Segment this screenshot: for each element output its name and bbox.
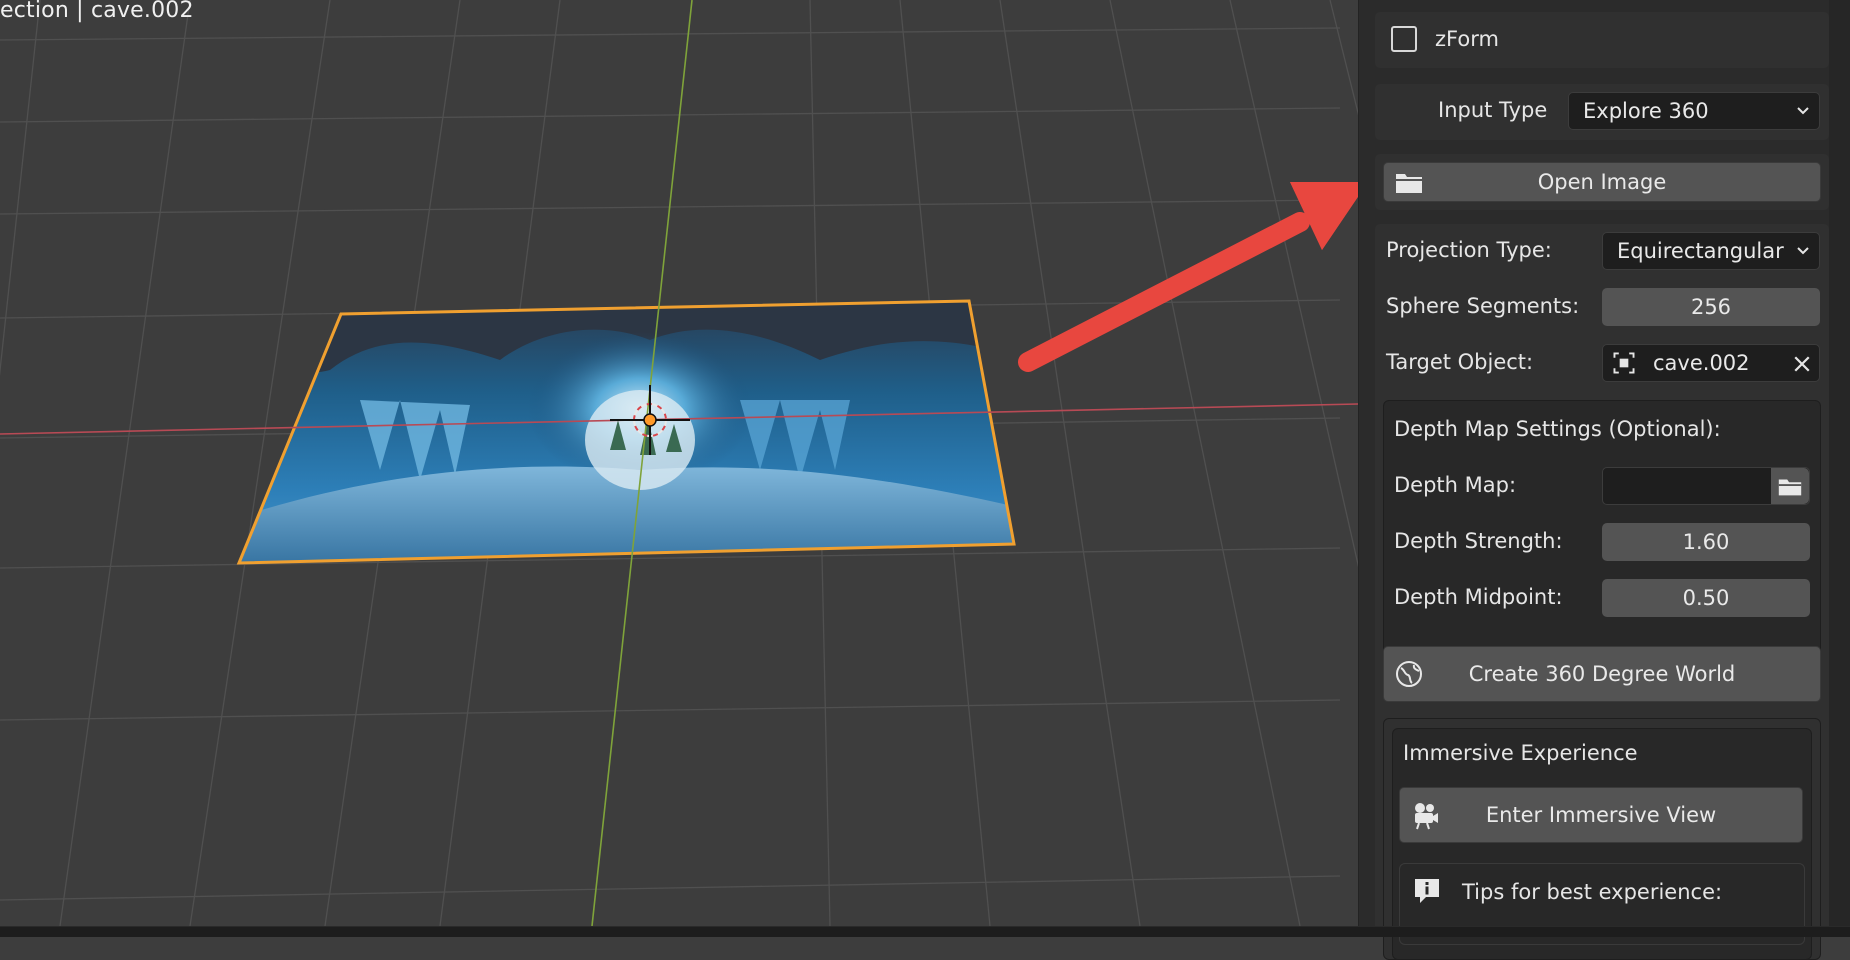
settings-panel: Projection Type: Equirectangular Sphere …	[1375, 224, 1829, 960]
depth-midpoint-label: Depth Midpoint:	[1394, 585, 1563, 609]
info-icon	[1415, 879, 1439, 903]
projection-type-dropdown[interactable]: Equirectangular	[1602, 232, 1820, 270]
enter-immersive-button[interactable]: Enter Immersive View	[1399, 787, 1803, 843]
folder-icon	[1396, 174, 1422, 193]
depth-strength-label: Depth Strength:	[1394, 529, 1563, 553]
folder-icon	[1778, 479, 1802, 496]
open-image-label: Open Image	[1537, 170, 1667, 194]
camera-icon	[1415, 803, 1438, 830]
immersive-heading: Immersive Experience	[1403, 741, 1638, 765]
input-type-dropdown[interactable]: Explore 360	[1568, 92, 1820, 130]
status-bar	[0, 926, 1850, 937]
enter-immersive-label: Enter Immersive View	[1485, 803, 1717, 827]
globe-icon	[1396, 661, 1422, 687]
input-type-row: Input Type Explore 360	[1375, 84, 1829, 140]
cave-image-plane[interactable]	[230, 295, 1030, 575]
input-type-label: Input Type	[1438, 98, 1548, 122]
depth-settings-heading: Depth Map Settings (Optional):	[1394, 417, 1721, 441]
open-image-button[interactable]: Open Image	[1383, 162, 1821, 202]
create-world-button[interactable]: Create 360 Degree World	[1383, 646, 1821, 702]
chevron-down-icon	[1797, 247, 1809, 255]
target-object-field[interactable]: cave.002	[1602, 344, 1820, 382]
depth-map-browse-button[interactable]	[1771, 468, 1809, 504]
depth-midpoint-field[interactable]: 0.50	[1602, 579, 1810, 617]
tips-label: Tips for best experience:	[1462, 880, 1723, 904]
open-image-row: Open Image	[1375, 154, 1829, 210]
zform-label: zForm	[1435, 27, 1499, 51]
viewport-title: ection | cave.002	[0, 0, 194, 23]
viewport-canvas	[0, 0, 1358, 926]
create-world-label: Create 360 Degree World	[1468, 662, 1736, 686]
projection-type-label: Projection Type:	[1386, 238, 1552, 262]
depth-map-input[interactable]	[1602, 467, 1810, 505]
sphere-segments-label: Sphere Segments:	[1386, 294, 1580, 318]
depth-strength-field[interactable]: 1.60	[1602, 523, 1810, 561]
input-type-value: Explore 360	[1583, 99, 1709, 123]
sidebar-scroll-strip[interactable]	[1829, 0, 1850, 926]
depth-map-label: Depth Map:	[1394, 473, 1517, 497]
chevron-down-icon	[1797, 107, 1809, 115]
close-icon[interactable]	[1793, 355, 1811, 373]
zform-header[interactable]: zForm	[1375, 12, 1829, 68]
annotation-arrowhead	[1290, 182, 1360, 250]
projection-type-value: Equirectangular	[1617, 239, 1784, 263]
3d-viewport[interactable]: ection | cave.002	[0, 0, 1358, 926]
target-object-label: Target Object:	[1386, 350, 1534, 374]
sphere-segments-field[interactable]: 256	[1602, 288, 1820, 326]
target-object-value: cave.002	[1653, 351, 1750, 375]
depth-settings-box: Depth Map Settings (Optional): Depth Map…	[1383, 400, 1821, 670]
object-icon	[1613, 352, 1635, 374]
checkbox-icon[interactable]	[1391, 26, 1417, 52]
